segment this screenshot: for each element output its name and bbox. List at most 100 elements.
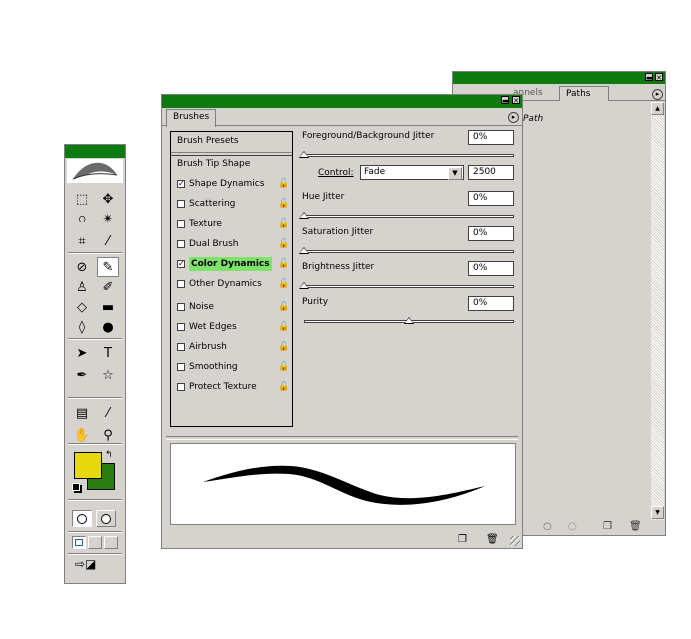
lock-icon[interactable]: 🔓 xyxy=(278,382,289,393)
lock-icon[interactable]: 🔓 xyxy=(278,342,289,353)
brush-option-item[interactable]: Airbrush 🔓 xyxy=(171,338,292,356)
checkbox[interactable] xyxy=(177,323,185,331)
palette-menu-arrow-icon[interactable]: ▸ xyxy=(508,112,519,123)
brushes-titlebar[interactable]: ▬ ✕ xyxy=(162,95,522,108)
move-tool-icon[interactable]: ✥ xyxy=(97,189,119,209)
eraser-tool-icon[interactable]: ◇ xyxy=(71,297,93,317)
control-select[interactable]: Fade ▼ xyxy=(360,165,464,180)
brush-option-item[interactable]: Texture 🔓 xyxy=(171,215,292,233)
brightness-jitter-field[interactable]: 0% xyxy=(468,261,514,276)
delete-path-icon[interactable]: 🗑 xyxy=(629,521,642,532)
purity-field[interactable]: 0% xyxy=(468,296,514,311)
paths-scrollbar[interactable] xyxy=(651,102,664,520)
palette-menu-arrow-icon[interactable]: ▸ xyxy=(652,89,663,100)
load-selection-icon[interactable]: ◌ xyxy=(568,521,577,532)
scroll-down-arrow-icon[interactable]: ▼ xyxy=(651,506,664,519)
saturation-jitter-slider-thumb[interactable] xyxy=(299,247,309,254)
create-new-preset-icon[interactable]: ❐ xyxy=(458,534,467,545)
eyedropper-tool-icon[interactable]: ⁄ xyxy=(97,403,119,423)
lock-icon[interactable]: 🔓 xyxy=(278,199,289,210)
saturation-jitter-slider[interactable] xyxy=(304,250,514,253)
brightness-jitter-slider[interactable] xyxy=(304,285,514,288)
jump-to-imageready-icon[interactable]: ⇨◪ xyxy=(75,557,96,571)
checkbox[interactable]: ✓ xyxy=(177,180,185,188)
full-screen-menu-mode-icon[interactable] xyxy=(88,536,102,549)
notes-tool-icon[interactable]: ▤ xyxy=(71,403,93,423)
marquee-tool-icon[interactable]: ⬚ xyxy=(71,189,93,209)
fg-bg-jitter-slider[interactable] xyxy=(304,154,514,157)
lock-icon[interactable]: 🔓 xyxy=(278,362,289,373)
toolbox-titlebar[interactable] xyxy=(65,145,125,158)
checkbox[interactable] xyxy=(177,280,185,288)
purity-slider-thumb[interactable] xyxy=(404,317,414,324)
checkbox[interactable] xyxy=(177,200,185,208)
checkbox[interactable]: ✓ xyxy=(177,260,185,268)
scroll-up-arrow-icon[interactable]: ▲ xyxy=(651,102,664,115)
brush-tip-shape-item[interactable]: Brush Tip Shape xyxy=(171,155,292,173)
feather-logo[interactable] xyxy=(67,159,123,183)
checkbox[interactable] xyxy=(177,383,185,391)
slice-tool-icon[interactable]: ⁄ xyxy=(97,231,119,251)
paths-palette-titlebar[interactable]: ▬ ✕ xyxy=(453,72,665,84)
stroke-path-icon[interactable]: ○ xyxy=(543,521,552,532)
lock-icon[interactable]: 🔓 xyxy=(278,179,289,190)
brush-presets-item[interactable]: Brush Presets xyxy=(171,132,292,150)
fg-bg-jitter-slider-thumb[interactable] xyxy=(299,151,309,158)
history-brush-tool-icon[interactable]: ✐ xyxy=(97,277,119,297)
shape-tool-icon[interactable]: ☆ xyxy=(97,365,119,385)
brush-tool-icon[interactable]: ✎ xyxy=(97,257,119,277)
brush-option-item[interactable]: ✓ Color Dynamics 🔓 xyxy=(171,255,292,273)
checkbox[interactable] xyxy=(177,343,185,351)
fg-bg-jitter-field[interactable]: 0% xyxy=(468,130,514,145)
fade-steps-field[interactable]: 2500 xyxy=(468,165,514,180)
type-tool-icon[interactable]: T xyxy=(97,343,119,363)
blur-tool-icon[interactable]: ◊ xyxy=(71,317,93,337)
healing-brush-tool-icon[interactable]: ⊘ xyxy=(71,257,93,277)
standard-mode-button[interactable] xyxy=(72,510,92,527)
quick-mask-button[interactable] xyxy=(96,510,116,527)
new-path-icon[interactable]: ❐ xyxy=(603,521,612,532)
swap-colors-icon[interactable]: ↰ xyxy=(105,450,113,460)
close-icon[interactable]: ✕ xyxy=(655,73,663,82)
brush-option-item[interactable]: Scattering 🔓 xyxy=(171,195,292,213)
lock-icon[interactable]: 🔓 xyxy=(278,302,289,313)
brush-option-item[interactable]: Smoothing 🔓 xyxy=(171,358,292,376)
full-screen-mode-icon[interactable] xyxy=(104,536,118,549)
checkbox[interactable] xyxy=(177,220,185,228)
hue-jitter-slider[interactable] xyxy=(304,215,514,218)
dodge-tool-icon[interactable]: ● xyxy=(97,317,119,337)
checkbox[interactable] xyxy=(177,363,185,371)
resize-grip[interactable] xyxy=(510,536,520,546)
delete-brush-icon[interactable]: 🗑 xyxy=(486,534,499,545)
lock-icon[interactable]: 🔓 xyxy=(278,259,289,270)
hue-jitter-field[interactable]: 0% xyxy=(468,191,514,206)
lock-icon[interactable]: 🔓 xyxy=(278,219,289,230)
crop-tool-icon[interactable]: ⌗ xyxy=(71,231,93,251)
path-item[interactable]: Path xyxy=(523,114,543,124)
chevron-down-icon[interactable]: ▼ xyxy=(448,167,462,180)
zoom-tool-icon[interactable]: ⚲ xyxy=(97,425,119,445)
gradient-tool-icon[interactable]: ▬ xyxy=(97,297,119,317)
path-selection-tool-icon[interactable]: ➤ xyxy=(71,343,93,363)
magic-wand-tool-icon[interactable]: ✴ xyxy=(97,209,119,229)
brush-option-item[interactable]: Wet Edges 🔓 xyxy=(171,318,292,336)
lock-icon[interactable]: 🔓 xyxy=(278,279,289,290)
checkbox[interactable] xyxy=(177,240,185,248)
hand-tool-icon[interactable]: ✋ xyxy=(71,425,93,445)
brush-option-item[interactable]: Dual Brush 🔓 xyxy=(171,235,292,253)
default-colors-icon[interactable] xyxy=(72,483,80,491)
brush-option-item[interactable]: ✓ Shape Dynamics 🔓 xyxy=(171,175,292,193)
lock-icon[interactable]: 🔓 xyxy=(278,239,289,250)
brush-option-item[interactable]: Protect Texture 🔓 xyxy=(171,378,292,396)
checkbox[interactable] xyxy=(177,303,185,311)
brightness-jitter-slider-thumb[interactable] xyxy=(299,282,309,289)
tab-brushes[interactable]: Brushes xyxy=(166,109,217,127)
hue-jitter-slider-thumb[interactable] xyxy=(299,212,309,219)
lock-icon[interactable]: 🔓 xyxy=(278,322,289,333)
brush-option-item[interactable]: Other Dynamics 🔓 xyxy=(171,275,292,293)
minimize-icon[interactable]: ▬ xyxy=(501,96,509,105)
brush-option-item[interactable]: Noise 🔓 xyxy=(171,298,292,316)
clone-stamp-tool-icon[interactable]: ♙ xyxy=(71,277,93,297)
pen-tool-icon[interactable]: ✒ xyxy=(71,365,93,385)
close-icon[interactable]: ✕ xyxy=(512,96,520,105)
